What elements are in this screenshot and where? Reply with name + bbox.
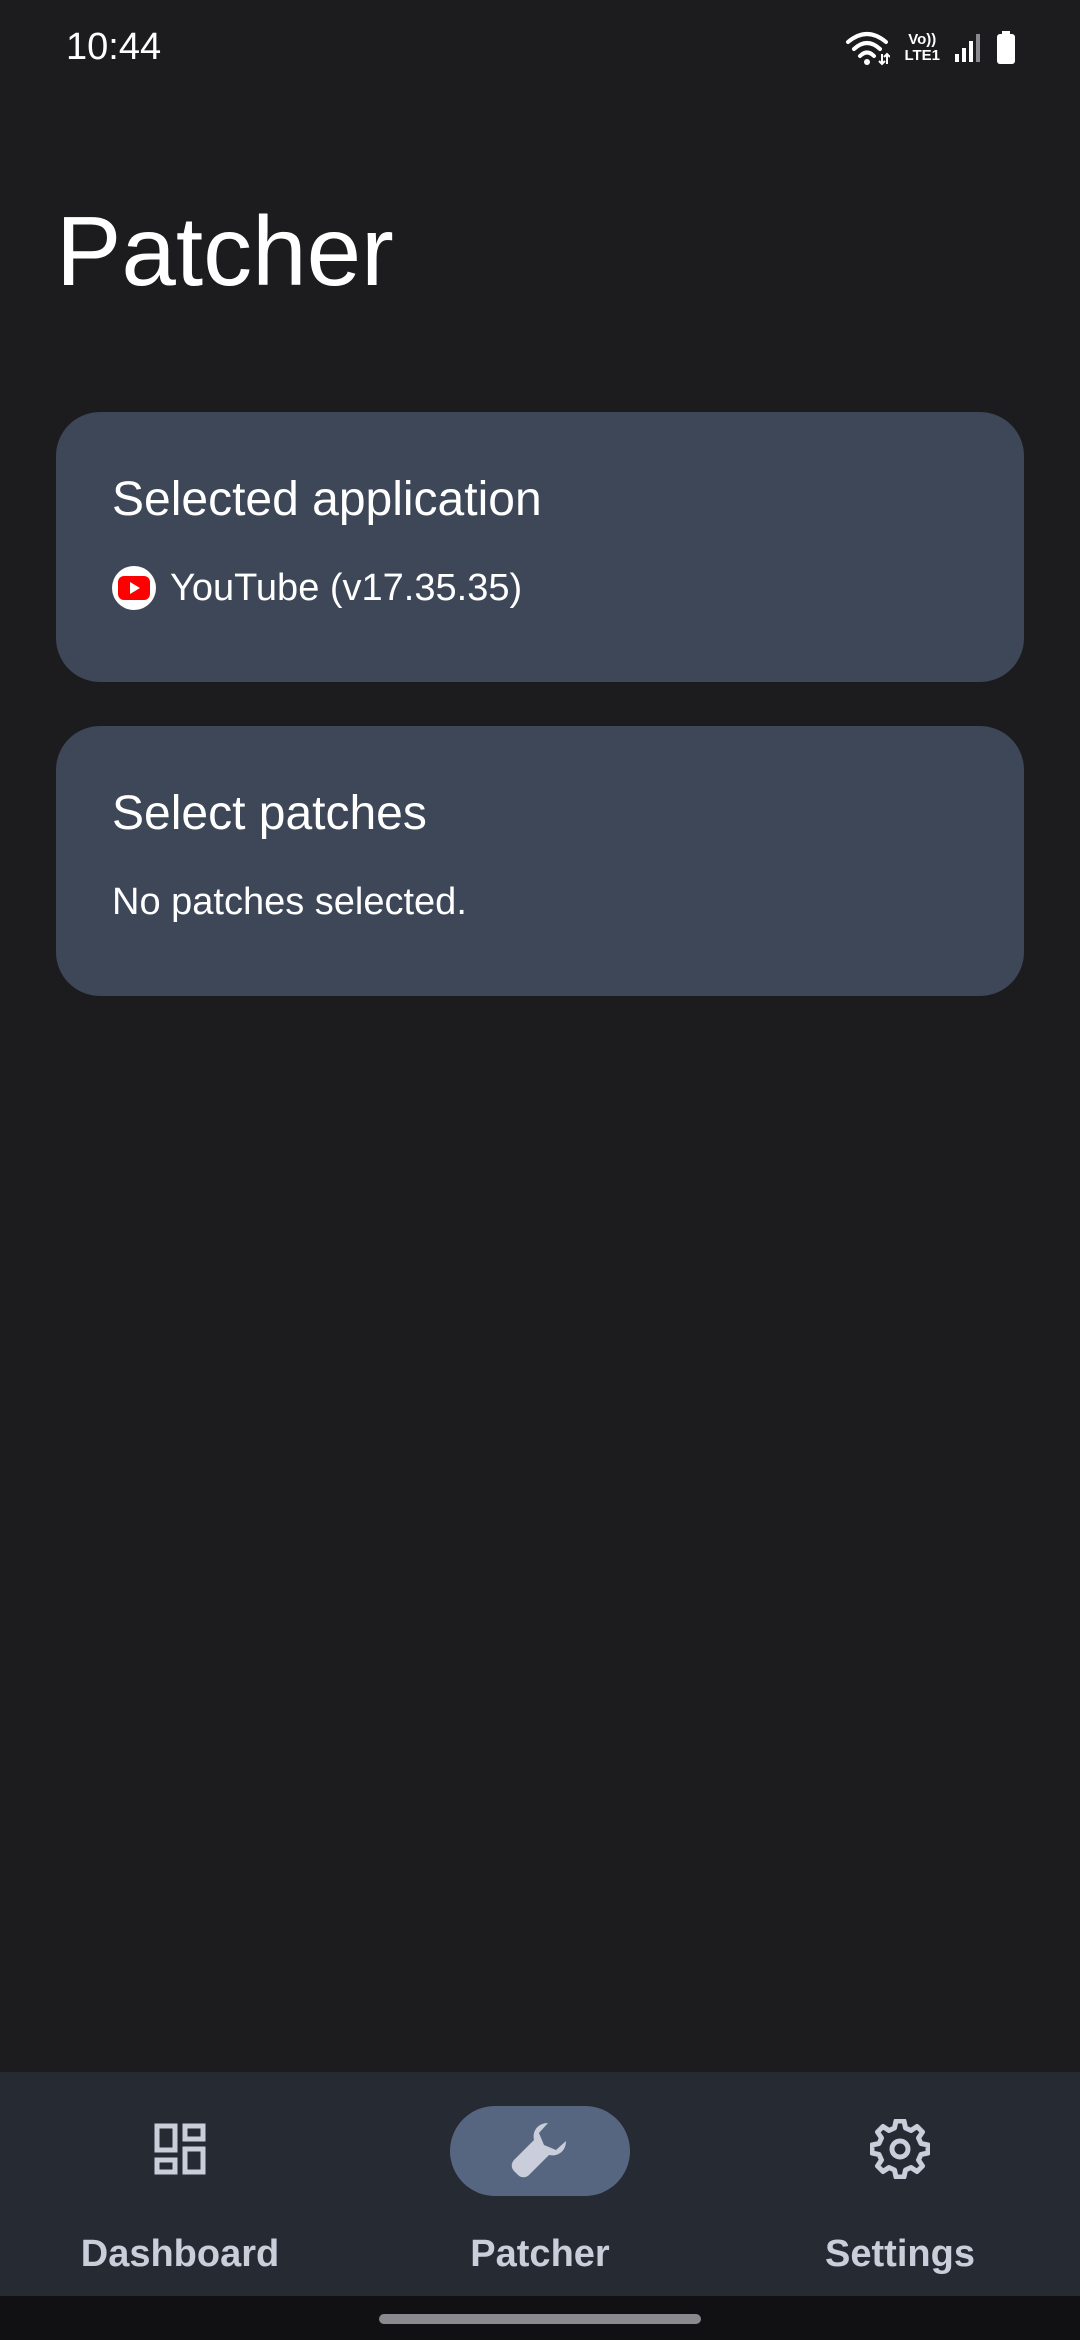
nav-item-settings[interactable]: Settings — [720, 2072, 1080, 2296]
wrench-icon — [508, 2117, 572, 2186]
nav-label-settings: Settings — [825, 2233, 975, 2275]
battery-icon — [996, 31, 1016, 65]
nav-item-patcher[interactable]: Patcher — [360, 2072, 720, 2296]
bottom-navigation: Dashboard Patcher Settings — [0, 2072, 1080, 2296]
selected-application-info: YouTube (v17.35.35) — [112, 564, 522, 612]
selected-application-name: YouTube (v17.35.35) — [170, 567, 523, 609]
lte-icon: Vo)) LTE1 — [904, 32, 940, 64]
nav-label-dashboard: Dashboard — [80, 2233, 280, 2275]
status-bar: 10:44 Vo)) LTE1 — [0, 0, 1080, 100]
select-patches-card[interactable]: Select patches No patches selected. — [56, 726, 1024, 996]
gesture-handle[interactable] — [379, 2314, 701, 2324]
youtube-icon — [112, 566, 156, 610]
selected-application-card[interactable]: Selected application YouTube (v17.35.35) — [56, 412, 1024, 682]
page-title: Patcher — [56, 196, 394, 306]
status-icons: Vo)) LTE1 — [844, 28, 1016, 68]
lte-bottom-label: LTE1 — [904, 47, 940, 64]
status-time: 10:44 — [66, 26, 162, 68]
gear-icon — [869, 2118, 931, 2184]
signal-icon — [954, 32, 982, 64]
wifi-icon — [844, 30, 891, 66]
select-patches-title: Select patches — [112, 787, 427, 840]
nav-label-patcher: Patcher — [470, 2233, 610, 2275]
nav-indicator-dashboard — [90, 2106, 270, 2196]
nav-indicator-patcher — [450, 2106, 630, 2196]
select-patches-status: No patches selected. — [112, 881, 467, 923]
nav-indicator-settings — [810, 2106, 990, 2196]
dashboard-icon — [152, 2121, 208, 2182]
selected-application-title: Selected application — [112, 473, 542, 526]
nav-item-dashboard[interactable]: Dashboard — [0, 2072, 360, 2296]
lte-top-label: Vo)) — [908, 31, 937, 48]
